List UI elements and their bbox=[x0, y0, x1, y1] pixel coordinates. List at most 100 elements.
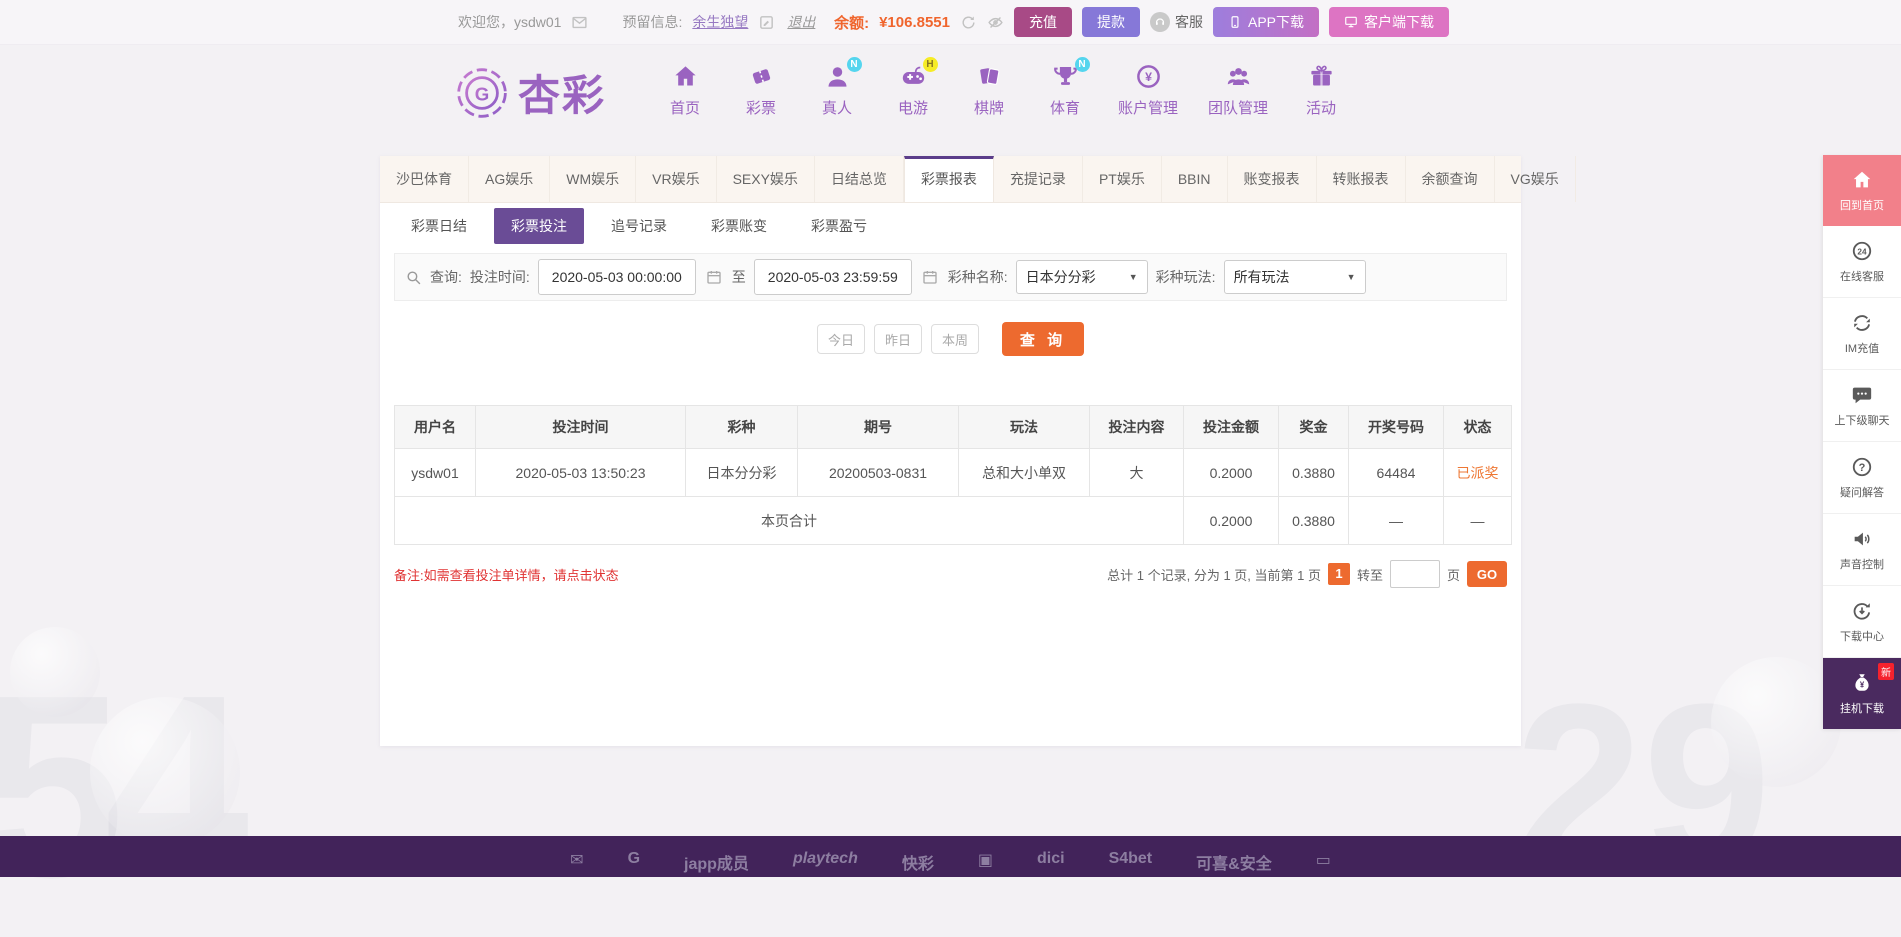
footer: ✉ Gjapp成员 playtech 快彩 ▣ dici S4bet 可喜&安全 ▭ bbox=[0, 836, 1901, 877]
sidebar-item-label: 回到首页 bbox=[1840, 199, 1884, 212]
moneybag-icon: ¥ bbox=[1851, 672, 1873, 694]
logout-link[interactable]: 退出 bbox=[787, 12, 815, 32]
lottery-name-value: 日本分分彩 bbox=[1025, 269, 1096, 285]
topbar: 欢迎您，ysdw01 预留信息: 余生独望 退出 余额: ¥106.8551 充… bbox=[0, 0, 1901, 45]
edit-icon[interactable] bbox=[758, 14, 775, 31]
nav-item-真人[interactable]: N 真人 bbox=[814, 57, 862, 118]
bet-time-to-input[interactable] bbox=[753, 259, 912, 295]
sidebar-item-在线客服[interactable]: 24 在线客服 bbox=[1823, 226, 1901, 298]
subtab-彩票账变[interactable]: 彩票账变 bbox=[694, 208, 784, 244]
column-header: 状态 bbox=[1443, 405, 1512, 449]
nav-item-账户管理[interactable]: ¥ 账户管理 bbox=[1118, 63, 1178, 118]
nav-item-团队管理[interactable]: 团队管理 bbox=[1208, 63, 1268, 118]
kuaicai-logo: 快彩 bbox=[901, 856, 934, 873]
this-week-button[interactable]: 本周 bbox=[931, 324, 979, 354]
subtab-追号记录[interactable]: 追号记录 bbox=[594, 208, 684, 244]
sidebar-item-label: 下载中心 bbox=[1840, 630, 1884, 643]
column-header: 彩种 bbox=[685, 405, 798, 449]
app-download-button[interactable]: APP下载 bbox=[1212, 7, 1319, 37]
tab-BBIN[interactable]: BBIN bbox=[1162, 156, 1228, 202]
lottery-name-select[interactable]: 日本分分彩 ▼ bbox=[1015, 260, 1148, 294]
logo-text: 杏彩 bbox=[518, 72, 607, 119]
withdraw-button[interactable]: 提款 bbox=[1081, 7, 1140, 37]
yesterday-button[interactable]: 昨日 bbox=[874, 324, 922, 354]
column-header: 奖金 bbox=[1278, 405, 1349, 449]
tab-彩票报表[interactable]: 彩票报表 bbox=[903, 156, 994, 202]
sidebar-item-label: 声音控制 bbox=[1840, 558, 1884, 571]
nav-item-电游[interactable]: H 电游 bbox=[890, 57, 938, 118]
subtab-彩票日结[interactable]: 彩票日结 bbox=[394, 208, 484, 244]
sidebar-item-下载中心[interactable]: 下载中心 bbox=[1823, 586, 1901, 658]
sidebar-item-疑问解答[interactable]: ? 疑问解答 bbox=[1823, 442, 1901, 514]
table-cell: 日本分分彩 bbox=[685, 448, 798, 497]
status-link[interactable]: 已派奖 bbox=[1443, 448, 1512, 497]
refresh-icon[interactable] bbox=[960, 14, 977, 31]
main-nav: 首页 彩票 N 真人 H 电游 棋牌 N 体育 ¥ 账户管理 团队管理 活动 bbox=[662, 57, 1344, 122]
total-value-cell: 0.2000 bbox=[1183, 496, 1279, 545]
nav-item-首页[interactable]: 首页 bbox=[662, 63, 708, 118]
tab-VR娱乐[interactable]: VR娱乐 bbox=[636, 156, 717, 202]
play-type-label: 彩种玩法: bbox=[1155, 269, 1216, 285]
sidebar-item-声音控制[interactable]: 声音控制 bbox=[1823, 514, 1901, 586]
tab-WM娱乐[interactable]: WM娱乐 bbox=[550, 156, 637, 202]
query-submit-button[interactable]: 查 询 bbox=[1002, 322, 1084, 356]
nav-label: 彩票 bbox=[746, 100, 777, 117]
nav-item-体育[interactable]: N 体育 bbox=[1042, 57, 1090, 118]
today-button[interactable]: 今日 bbox=[817, 324, 865, 354]
current-page-badge[interactable]: 1 bbox=[1327, 563, 1350, 585]
calendar-icon[interactable] bbox=[922, 269, 938, 285]
subtab-彩票盈亏[interactable]: 彩票盈亏 bbox=[794, 208, 884, 244]
app-download-label: APP下载 bbox=[1247, 14, 1304, 30]
tab-充提记录[interactable]: 充提记录 bbox=[994, 156, 1083, 202]
playtech-logo: playtech bbox=[792, 850, 858, 867]
bets-table: 用户名 投注时间 彩种 期号 玩法 投注内容 投注金额 奖金 开奖号码 状态 ysdw01 2020… bbox=[394, 405, 1512, 545]
nav-label: 团队管理 bbox=[1208, 100, 1269, 117]
tab-PT娱乐[interactable]: PT娱乐 bbox=[1083, 156, 1162, 202]
to-label: 至 bbox=[731, 269, 746, 285]
header: G 杏彩 首页 彩票 N 真人 H 电游 棋牌 N 体育 ¥ 账户管理 团队管理 活动 bbox=[0, 45, 1901, 140]
nav-label: 棋牌 bbox=[974, 100, 1005, 117]
tab-余额查询[interactable]: 余额查询 bbox=[1406, 156, 1495, 202]
lottery-subtabbar: 彩票日结 彩票投注 追号记录 彩票账变 彩票盈亏 bbox=[380, 203, 1521, 249]
envelope-icon[interactable] bbox=[571, 14, 588, 31]
japp-logo: japp成员 bbox=[684, 856, 749, 873]
subtab-彩票投注[interactable]: 彩票投注 bbox=[494, 208, 584, 244]
reserved-value-link[interactable]: 余生独望 bbox=[692, 12, 748, 32]
new-badge: 新 bbox=[1878, 663, 1894, 680]
tab-账变报表[interactable]: 账变报表 bbox=[1228, 156, 1317, 202]
live-person-icon: N bbox=[824, 57, 862, 90]
table-header-row: 用户名 投注时间 彩种 期号 玩法 投注内容 投注金额 奖金 开奖号码 状态 bbox=[394, 405, 1512, 449]
nav-item-彩票[interactable]: 彩票 bbox=[738, 63, 784, 118]
go-button[interactable]: GO bbox=[1467, 561, 1507, 587]
nav-item-棋牌[interactable]: 棋牌 bbox=[966, 63, 1012, 118]
cards-icon bbox=[976, 63, 1003, 90]
tab-日结总览[interactable]: 日结总览 bbox=[815, 156, 904, 202]
new-badge: N bbox=[1074, 57, 1090, 72]
sidebar-item-上下级聊天[interactable]: 上下级聊天 bbox=[1823, 370, 1901, 442]
nav-item-活动[interactable]: 活动 bbox=[1298, 63, 1344, 118]
site-logo[interactable]: G 杏彩 bbox=[454, 62, 606, 123]
tab-SEXY娱乐[interactable]: SEXY娱乐 bbox=[717, 156, 815, 202]
goto-label: 转至 bbox=[1356, 567, 1383, 583]
bet-time-from-input[interactable] bbox=[537, 259, 696, 295]
sbet-logo: S4bet bbox=[1108, 850, 1153, 867]
tab-沙巴体育[interactable]: 沙巴体育 bbox=[380, 156, 469, 202]
total-label-cell: 本页合计 bbox=[394, 496, 1184, 545]
recharge-button[interactable]: 充值 bbox=[1013, 7, 1072, 37]
im-recharge-icon bbox=[1851, 312, 1873, 334]
play-type-select[interactable]: 所有玩法 ▼ bbox=[1223, 260, 1366, 294]
bets-table-header: 用户名 投注时间 彩种 期号 玩法 投注内容 投注金额 奖金 开奖号码 状态 bbox=[394, 405, 1512, 449]
sidebar-item-IM充值[interactable]: IM充值 bbox=[1823, 298, 1901, 370]
tab-VG娱乐[interactable]: VG娱乐 bbox=[1495, 156, 1576, 202]
customer-service-button[interactable]: 客服 bbox=[1149, 12, 1203, 32]
eye-off-icon[interactable] bbox=[987, 14, 1004, 31]
column-header: 投注内容 bbox=[1089, 405, 1184, 449]
tab-AG娱乐[interactable]: AG娱乐 bbox=[469, 156, 551, 202]
sidebar-item-挂机下载[interactable]: ¥ 挂机下载 新 bbox=[1823, 658, 1901, 729]
lottery-ball-decor bbox=[90, 697, 240, 847]
calendar-icon[interactable] bbox=[706, 269, 722, 285]
client-download-button[interactable]: 客户端下载 bbox=[1329, 7, 1449, 37]
goto-page-input[interactable] bbox=[1389, 560, 1440, 588]
sidebar-item-回到首页[interactable]: 回到首页 bbox=[1823, 155, 1901, 226]
tab-转账报表[interactable]: 转账报表 bbox=[1317, 156, 1406, 202]
